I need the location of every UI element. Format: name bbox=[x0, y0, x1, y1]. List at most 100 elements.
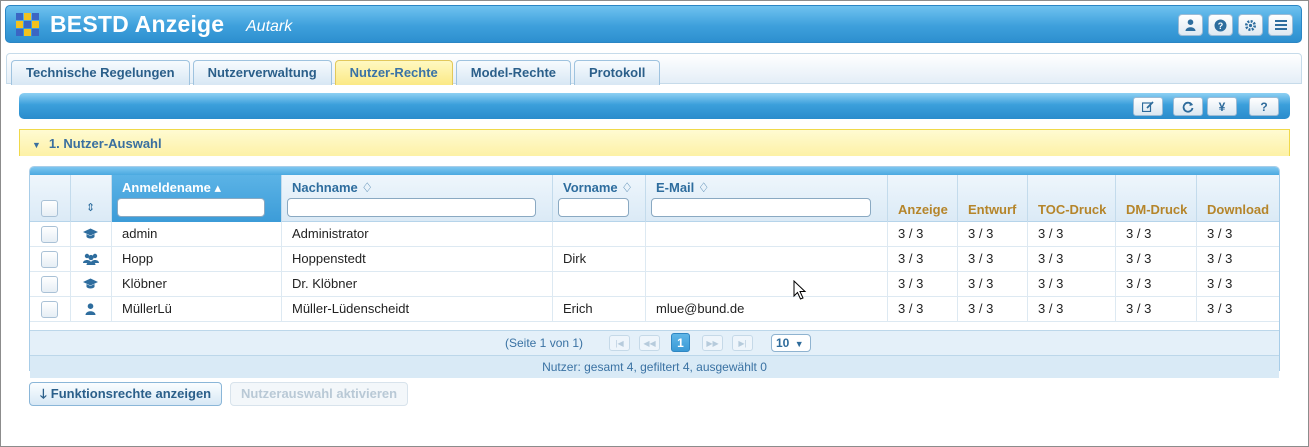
row-checkbox[interactable] bbox=[41, 226, 58, 243]
cell-dm: 3 / 3 bbox=[1116, 247, 1197, 272]
arrow-down-icon: 🡓 bbox=[40, 386, 47, 401]
header-toc: TOC-Druck bbox=[1028, 175, 1116, 222]
cell-toc: 3 / 3 bbox=[1028, 247, 1116, 272]
cell-anzeige: 3 / 3 bbox=[888, 297, 958, 322]
column-label-email: E-Mail ♢ bbox=[656, 180, 710, 195]
header-entwurf: Entwurf bbox=[958, 175, 1028, 222]
cell-download: 3 / 3 bbox=[1207, 301, 1233, 316]
cell-lastname: Hoppenstedt bbox=[282, 247, 553, 272]
graduation-cap-icon bbox=[83, 278, 98, 289]
header-login[interactable]: Anmeldename ▴ bbox=[112, 175, 282, 222]
yen-button[interactable]: ¥ bbox=[1207, 97, 1237, 116]
cell-firstname: Dirk bbox=[553, 247, 646, 272]
row-checkbox[interactable] bbox=[41, 276, 58, 293]
cell-login: admin bbox=[112, 222, 282, 247]
tab-model-rechte[interactable]: Model-Rechte bbox=[455, 60, 572, 85]
app-subtitle: Autark bbox=[246, 18, 293, 35]
show-rights-button[interactable]: 🡓 Funktionsrechte anzeigen bbox=[29, 382, 223, 406]
prev-page-button[interactable]: ◀◀ bbox=[639, 335, 660, 351]
column-label-login: Anmeldename ▴ bbox=[122, 180, 221, 195]
page-size-value: 10 bbox=[776, 336, 790, 350]
menu-button[interactable] bbox=[1268, 14, 1293, 36]
table-row[interactable]: MüllerLü Müller-Lüdenscheidt Erich mlue@… bbox=[30, 297, 1279, 322]
row-checkbox[interactable] bbox=[41, 301, 58, 318]
tab-protokoll[interactable]: Protokoll bbox=[574, 60, 661, 85]
cell-firstname bbox=[553, 222, 646, 247]
caret-down-icon: ▼ bbox=[32, 140, 41, 150]
select-all-checkbox[interactable] bbox=[41, 200, 58, 217]
cell-dm: 3 / 3 bbox=[1116, 297, 1197, 322]
header-firstname[interactable]: Vorname ♢ bbox=[553, 175, 646, 222]
user-button[interactable] bbox=[1178, 14, 1203, 36]
next-page-icon: ▶▶ bbox=[706, 338, 719, 348]
cell-download: 3 / 3 bbox=[1207, 226, 1233, 241]
header-type[interactable]: ⇕ bbox=[71, 175, 112, 222]
section-title: 1. Nutzer-Auswahl bbox=[48, 136, 162, 151]
cell-firstname: Erich bbox=[553, 297, 646, 322]
toolbar: ¥ ? bbox=[19, 93, 1290, 119]
cell-anzeige: 3 / 3 bbox=[888, 247, 958, 272]
row-checkbox[interactable] bbox=[41, 251, 58, 268]
cell-email: mlue@bund.de bbox=[646, 297, 888, 322]
tab-nutzerverwaltung[interactable]: Nutzerverwaltung bbox=[192, 60, 332, 85]
sort-icon: ⇕ bbox=[86, 202, 96, 214]
cell-download: 3 / 3 bbox=[1207, 251, 1233, 266]
cell-login: Hopp bbox=[112, 247, 282, 272]
cell-login: MüllerLü bbox=[112, 297, 282, 322]
toolbar-help-button[interactable]: ? bbox=[1249, 97, 1279, 116]
tab-technische-regelungen[interactable]: Technische Regelungen bbox=[11, 60, 190, 85]
page-info: (Seite 1 von 1) bbox=[505, 336, 584, 350]
column-label-dm: DM-Druck bbox=[1126, 202, 1188, 217]
header-dm: DM-Druck bbox=[1116, 175, 1197, 222]
section-nutzer-auswahl[interactable]: ▼ 1. Nutzer-Auswahl bbox=[19, 129, 1290, 156]
cell-anzeige: 3 / 3 bbox=[888, 222, 958, 247]
app-title: BESTD Anzeige bbox=[50, 11, 225, 37]
cell-download: 3 / 3 bbox=[1207, 276, 1233, 291]
tab-nutzer-rechte[interactable]: Nutzer-Rechte bbox=[334, 60, 453, 85]
column-label-toc: TOC-Druck bbox=[1038, 202, 1107, 217]
filter-firstname-input[interactable] bbox=[558, 198, 629, 217]
filter-lastname-input[interactable] bbox=[287, 198, 536, 217]
cell-lastname: Administrator bbox=[282, 222, 553, 247]
activate-selection-button[interactable]: Nutzerauswahl aktivieren bbox=[230, 382, 409, 406]
cell-email bbox=[646, 272, 888, 297]
cell-entwurf: 3 / 3 bbox=[958, 272, 1028, 297]
cell-email bbox=[646, 247, 888, 272]
table-row[interactable]: Hopp Hoppenstedt Dirk 3 / 3 3 / 3 3 / 3 … bbox=[30, 247, 1279, 272]
filter-email-input[interactable] bbox=[651, 198, 871, 217]
first-page-button[interactable]: |◀ bbox=[609, 335, 630, 351]
next-page-button[interactable]: ▶▶ bbox=[702, 335, 723, 351]
cell-entwurf: 3 / 3 bbox=[958, 247, 1028, 272]
user-icon bbox=[1185, 19, 1196, 31]
help-button[interactable]: ? bbox=[1208, 14, 1233, 36]
user-icon bbox=[85, 303, 96, 315]
cell-toc: 3 / 3 bbox=[1028, 297, 1116, 322]
page-button-current[interactable]: 1 bbox=[671, 333, 690, 352]
header-email[interactable]: E-Mail ♢ bbox=[646, 175, 888, 222]
column-label-anzeige: Anzeige bbox=[898, 202, 948, 217]
settings-button[interactable] bbox=[1238, 14, 1263, 36]
column-label-lastname: Nachname ♢ bbox=[292, 180, 374, 195]
app-window: BESTD Anzeige Autark ? Technische Regelu… bbox=[0, 0, 1309, 447]
header-lastname[interactable]: Nachname ♢ bbox=[282, 175, 553, 222]
table-row[interactable]: Klöbner Dr. Klöbner 3 / 3 3 / 3 3 / 3 3 … bbox=[30, 272, 1279, 297]
column-label-firstname: Vorname ♢ bbox=[563, 180, 633, 195]
refresh-button[interactable] bbox=[1173, 97, 1203, 116]
table-row[interactable]: admin Administrator 3 / 3 3 / 3 3 / 3 3 … bbox=[30, 222, 1279, 247]
show-rights-label: Funktionsrechte anzeigen bbox=[50, 386, 212, 401]
cell-lastname: Dr. Klöbner bbox=[282, 272, 553, 297]
cell-entwurf: 3 / 3 bbox=[958, 222, 1028, 247]
mouse-cursor-icon bbox=[793, 280, 807, 300]
cell-firstname bbox=[553, 272, 646, 297]
cell-dm: 3 / 3 bbox=[1116, 222, 1197, 247]
cell-email bbox=[646, 222, 888, 247]
menu-icon bbox=[1274, 20, 1287, 30]
last-page-button[interactable]: ▶| bbox=[732, 335, 753, 351]
filter-login-input[interactable] bbox=[117, 198, 265, 217]
edit-button[interactable] bbox=[1133, 97, 1163, 116]
page-size-select[interactable]: 10 ▼ bbox=[771, 334, 811, 352]
cell-login: Klöbner bbox=[112, 272, 282, 297]
cell-anzeige: 3 / 3 bbox=[888, 272, 958, 297]
header-select-all bbox=[30, 175, 71, 222]
grid-header-row: ⇕ Anmeldename ▴ Nachname ♢ Vorname ♢ E-M… bbox=[30, 175, 1279, 222]
